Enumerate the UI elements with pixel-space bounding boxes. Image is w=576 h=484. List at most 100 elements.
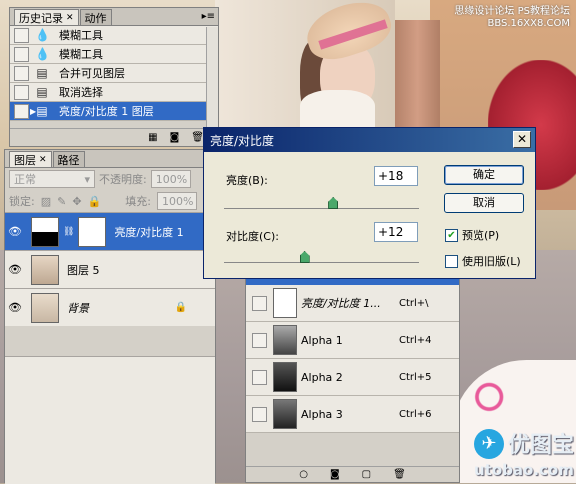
checkbox-box[interactable] [445, 254, 458, 268]
close-icon[interactable]: ✕ [513, 131, 531, 148]
history-panel: 历史记录 ✕ 动作 ▸≡ 💧 模糊工具 💧 模糊工具 ▤ 合并可见图层 ▤ 取消选择 ▶ ▤… [9, 7, 219, 147]
site-logo: ✈ 优图宝 utobao.com [474, 425, 574, 481]
tab-actions-label: 动作 [84, 11, 107, 25]
history-source-box[interactable] [14, 103, 29, 119]
layer-row[interactable]: 👁 背景 🔒 [5, 288, 215, 326]
lock-row: 锁定: ▨ ✎ ✥ 🔒 填充: 100% [5, 190, 215, 212]
checkbox-box[interactable]: ✔ [445, 228, 458, 242]
close-icon[interactable]: ✕ [39, 155, 47, 165]
blend-mode-select[interactable]: 正常 ▾ [9, 170, 95, 188]
contrast-slider-track[interactable] [224, 262, 419, 263]
channel-name: Alpha 3 [301, 407, 343, 421]
history-tabbar: 历史记录 ✕ 动作 ▸≡ [10, 8, 218, 26]
watermark-line2: PS教程论坛 [517, 6, 570, 17]
lock-all-icon[interactable]: 🔒 [88, 195, 102, 208]
brightness-slider-handle[interactable] [328, 197, 339, 209]
lock-label: 锁定: [9, 195, 35, 208]
history-scrollbar[interactable] [206, 27, 218, 129]
tab-history[interactable]: 历史记录 ✕ [14, 9, 79, 25]
eye-icon[interactable]: 👁 [5, 301, 25, 314]
channel-thumbnail [273, 399, 297, 429]
tab-actions[interactable]: 动作 [79, 9, 112, 25]
lock-move-icon[interactable]: ✥ [72, 195, 81, 208]
preview-checkbox[interactable]: ✔ 预览(P) [445, 227, 499, 243]
channel-row[interactable]: 亮度/对比度 1... Ctrl+\ [246, 285, 459, 322]
history-item[interactable]: ▤ 取消选择 [10, 83, 218, 102]
brightness-contrast-dialog: 亮度/对比度 ✕ 亮度(B): +18 对比度(C): +12 确定 取消 ✔ 预… [203, 127, 536, 279]
channel-visibility-box[interactable] [252, 295, 267, 311]
panel-menu-icon[interactable]: ▸≡ [202, 11, 215, 22]
channel-row[interactable]: Alpha 1 Ctrl+4 [246, 322, 459, 359]
tab-paths[interactable]: 路径 [52, 151, 85, 167]
legacy-checkbox[interactable]: 使用旧版(L) [445, 253, 521, 269]
history-source-box[interactable] [14, 84, 29, 100]
lock-brush-icon[interactable]: ✎ [57, 195, 66, 208]
contrast-slider-handle[interactable] [299, 251, 310, 263]
opacity-label: 不透明度: [99, 173, 147, 186]
contrast-label: 对比度(C): [226, 230, 279, 243]
channel-name: 亮度/对比度 1... [301, 297, 381, 310]
channel-row[interactable]: Alpha 3 Ctrl+6 [246, 396, 459, 433]
tab-layers[interactable]: 图层 ✕ [9, 151, 52, 167]
bird-icon: ✈ [474, 429, 504, 459]
layer-row[interactable]: 👁 图层 5 [5, 250, 215, 288]
legacy-label: 使用旧版(L) [462, 255, 521, 268]
history-item-label: 模糊工具 [59, 48, 103, 61]
brightness-slider-track[interactable] [224, 208, 419, 209]
save-selection-icon[interactable]: ◙ [330, 469, 340, 480]
layer-name: 背景 [67, 301, 89, 315]
watermark-line3: BBS.16XX8.COM [487, 18, 570, 29]
trash-icon[interactable]: 🗑 [393, 469, 406, 480]
opacity-input[interactable]: 100% [150, 170, 191, 188]
history-item-selected[interactable]: ▶ ▤ 亮度/对比度 1 图层 [10, 102, 218, 121]
link-icon: ⛓ [63, 226, 75, 237]
history-source-box[interactable] [14, 46, 29, 62]
history-source-box[interactable] [14, 65, 29, 81]
history-item[interactable]: 💧 模糊工具 [10, 45, 218, 64]
new-channel-icon[interactable]: ▢ [362, 469, 371, 480]
layer-thumbnail [31, 292, 59, 323]
chevron-down-icon: ▾ [84, 172, 90, 186]
channel-shortcut: Ctrl+5 [399, 371, 432, 383]
preview-label: 预览(P) [462, 229, 500, 242]
eye-icon[interactable]: 👁 [5, 263, 25, 276]
cancel-button[interactable]: 取消 [444, 193, 524, 213]
dialog-titlebar[interactable]: 亮度/对比度 ✕ [204, 128, 535, 152]
history-item-label: 模糊工具 [59, 29, 103, 42]
close-icon[interactable]: ✕ [66, 13, 74, 23]
fill-input[interactable]: 100% [156, 192, 197, 210]
adjustment-thumbnail [31, 216, 59, 247]
new-document-from-state-icon[interactable]: ▦ [148, 132, 157, 143]
channel-visibility-box[interactable] [252, 406, 267, 422]
load-selection-icon[interactable]: ○ [299, 469, 308, 480]
watermark-line1: 思缘设计论坛 [454, 6, 515, 17]
history-item-label: 亮度/对比度 1 图层 [59, 105, 154, 118]
history-item-label: 合并可见图层 [59, 67, 125, 80]
tab-layers-label: 图层 [14, 153, 36, 167]
ok-button[interactable]: 确定 [444, 165, 524, 185]
channel-row[interactable]: Alpha 2 Ctrl+5 [246, 359, 459, 396]
channel-shortcut: Ctrl+6 [399, 408, 432, 420]
channel-visibility-box[interactable] [252, 369, 267, 385]
contrast-input[interactable]: +12 [374, 222, 418, 242]
contrast-value: +12 [378, 225, 404, 239]
lock-transparency-icon[interactable]: ▨ [41, 195, 51, 208]
layer-name: 亮度/对比度 1 [114, 225, 184, 239]
brightness-label: 亮度(B): [226, 174, 268, 187]
layer-row-selected[interactable]: 👁 ⛓ 亮度/对比度 1 [5, 212, 215, 250]
camera-icon[interactable]: ◙ [170, 132, 180, 143]
history-source-box[interactable] [14, 27, 29, 43]
channels-panel: 亮度/对比度 1... Ctrl+\ Alpha 1 Ctrl+4 Alpha 2 C… [245, 268, 460, 483]
channel-name: Alpha 2 [301, 370, 343, 384]
channels-footer: ○ ◙ ▢ 🗑 [246, 466, 459, 482]
history-item[interactable]: ▤ 合并可见图层 [10, 64, 218, 83]
history-item[interactable]: 💧 模糊工具 [10, 26, 218, 45]
photo-body [300, 90, 375, 130]
blur-drop-icon: 💧 [35, 27, 50, 42]
blur-drop-icon: 💧 [35, 46, 50, 61]
eye-icon[interactable]: 👁 [5, 225, 25, 238]
opacity-value: 100% [155, 172, 188, 186]
brightness-input[interactable]: +18 [374, 166, 418, 186]
channel-visibility-box[interactable] [252, 332, 267, 348]
lock-icon: 🔒 [174, 302, 187, 313]
